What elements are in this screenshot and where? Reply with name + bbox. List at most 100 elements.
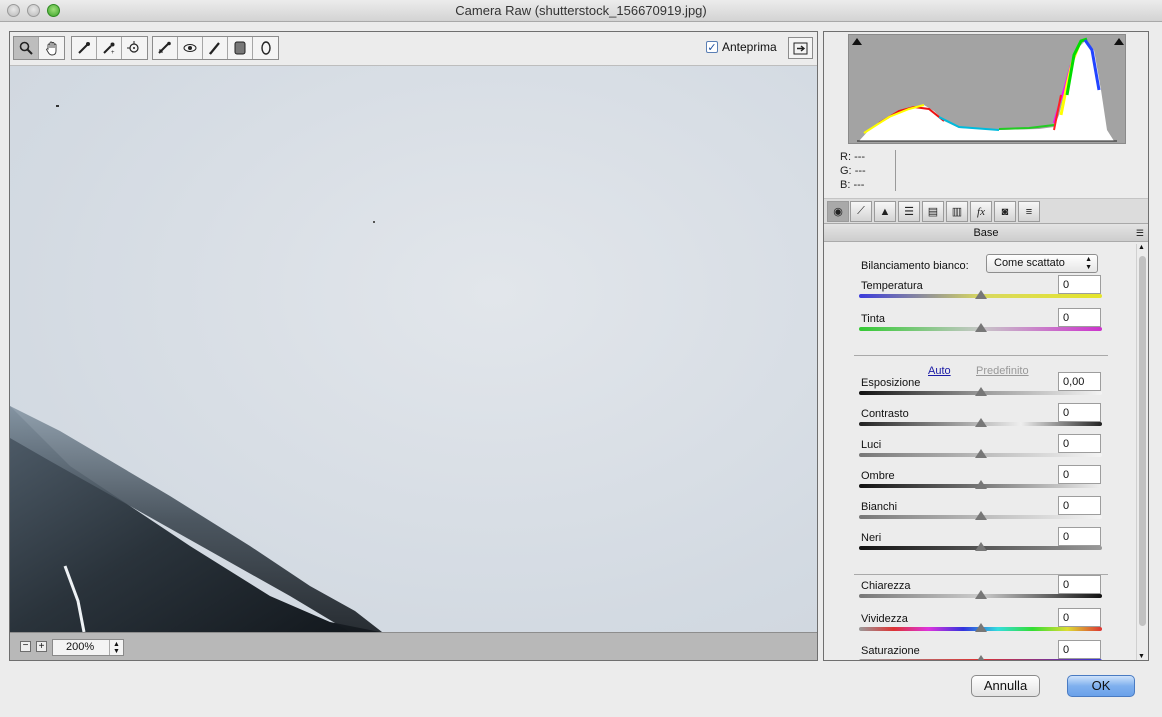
slider-value-field[interactable]: 0,00 bbox=[1058, 372, 1101, 391]
slider-value-field[interactable]: 0 bbox=[1058, 608, 1101, 627]
slider-value-field[interactable]: 0 bbox=[1058, 575, 1101, 594]
white-balance-icon[interactable] bbox=[72, 37, 97, 59]
g-label: G: bbox=[840, 165, 852, 177]
slider-label: Chiarezza bbox=[861, 580, 911, 592]
panel-title: Base bbox=[973, 227, 999, 239]
slider-handle[interactable] bbox=[974, 655, 987, 660]
zoom-in-button[interactable]: + bbox=[36, 641, 47, 652]
red-eye-icon[interactable] bbox=[178, 37, 203, 59]
slider-handle[interactable] bbox=[974, 418, 987, 427]
camera-calibration-tab-icon[interactable]: ◙ bbox=[994, 201, 1016, 222]
slider-label: Luci bbox=[861, 439, 882, 451]
white-balance-select[interactable]: Come scattato ▲ ▼ bbox=[986, 254, 1098, 273]
window-title: Camera Raw (shutterstock_156670919.jpg) bbox=[455, 3, 707, 18]
slider-value-field[interactable]: 0 bbox=[1058, 403, 1101, 422]
panel-menu-icon[interactable]: ☰ bbox=[1136, 224, 1144, 242]
scroll-down-icon[interactable]: ▼ bbox=[1138, 653, 1145, 660]
slider-handle[interactable] bbox=[974, 623, 987, 632]
panel-header: Base ☰ bbox=[824, 224, 1148, 242]
target-adjust-icon[interactable] bbox=[122, 37, 147, 59]
b-value: --- bbox=[853, 179, 865, 191]
detail-tab-icon[interactable]: ▲ bbox=[874, 201, 896, 222]
cancel-button[interactable]: Annulla bbox=[971, 675, 1040, 697]
crop-icon[interactable] bbox=[153, 37, 178, 59]
histogram-graph bbox=[852, 37, 1124, 142]
slider-label: Neri bbox=[861, 532, 882, 544]
zoom-out-button[interactable]: − bbox=[20, 641, 31, 652]
tool-group-navigation bbox=[13, 36, 65, 60]
preview-checkbox[interactable]: ✓ bbox=[706, 41, 718, 54]
b-label: B: bbox=[840, 179, 851, 191]
presets-tab-icon[interactable]: ≡ bbox=[1018, 201, 1040, 222]
histogram bbox=[848, 34, 1126, 144]
separator bbox=[854, 355, 1108, 356]
slider-handle[interactable] bbox=[974, 323, 987, 332]
preview-toggle[interactable]: ✓ Anteprima bbox=[706, 40, 777, 54]
slider-value-field[interactable]: 0 bbox=[1058, 640, 1101, 659]
r-value: --- bbox=[854, 151, 866, 163]
slider-value-field[interactable]: 0 bbox=[1058, 275, 1101, 294]
photo-content bbox=[10, 105, 382, 632]
rgb-readout: R: --- G: --- B: --- bbox=[840, 150, 866, 192]
slider-label: Vividezza bbox=[861, 613, 908, 625]
graduated-filter-icon[interactable] bbox=[228, 37, 253, 59]
split-toning-tab-icon[interactable]: ▤ bbox=[922, 201, 944, 222]
slider-value-field[interactable]: 0 bbox=[1058, 496, 1101, 515]
slider-handle[interactable] bbox=[974, 542, 987, 551]
select-arrow-icon: ▲ ▼ bbox=[1085, 256, 1092, 271]
ok-button[interactable]: OK bbox=[1067, 675, 1135, 697]
title-bar: Camera Raw (shutterstock_156670919.jpg) bbox=[0, 0, 1162, 22]
radial-filter-icon[interactable] bbox=[253, 37, 278, 59]
image-area: + ✓ Anteprima − + 200% ▲ ▼ bbox=[9, 31, 818, 661]
hand-icon[interactable] bbox=[39, 37, 64, 59]
lens-corrections-tab-icon[interactable]: ▥ bbox=[946, 201, 968, 222]
scroll-up-icon[interactable]: ▲ bbox=[1138, 244, 1145, 251]
default-link[interactable]: Predefinito bbox=[976, 365, 1029, 377]
tool-group-adjust: + bbox=[71, 36, 148, 60]
g-value: --- bbox=[854, 165, 866, 177]
zoom-window-icon[interactable] bbox=[47, 4, 60, 17]
close-window-icon[interactable] bbox=[7, 4, 20, 17]
slider-handle[interactable] bbox=[974, 480, 987, 489]
fullscreen-button[interactable] bbox=[788, 37, 813, 59]
zoom-bar: − + 200% ▲ ▼ bbox=[10, 632, 817, 660]
slider-label: Esposizione bbox=[861, 377, 921, 389]
slider-handle[interactable] bbox=[974, 290, 987, 299]
slider-value-field[interactable]: 0 bbox=[1058, 308, 1101, 327]
adjustment-panel: R: --- G: --- B: --- ◉ ⟋ ▲ ☰ ▤ ▥ fx ◙ ≡ … bbox=[823, 31, 1149, 661]
hsl-tab-icon[interactable]: ☰ bbox=[898, 201, 920, 222]
slider-handle[interactable] bbox=[974, 449, 987, 458]
slider-value-field[interactable]: 0 bbox=[1058, 434, 1101, 453]
slider-label: Ombre bbox=[861, 470, 895, 482]
fullscreen-icon bbox=[793, 42, 808, 54]
slider-handle[interactable] bbox=[974, 590, 987, 599]
tool-bar: + ✓ Anteprima bbox=[10, 32, 817, 66]
basic-tab-icon[interactable]: ◉ bbox=[827, 201, 849, 222]
image-preview[interactable] bbox=[10, 66, 817, 632]
slider-handle[interactable] bbox=[974, 387, 987, 396]
stepper-icon: ▲ ▼ bbox=[109, 640, 123, 655]
scrollbar-thumb[interactable] bbox=[1139, 256, 1146, 626]
auto-link[interactable]: Auto bbox=[928, 365, 951, 377]
color-sampler-icon[interactable]: + bbox=[97, 37, 122, 59]
white-balance-label: Bilanciamento bianco: bbox=[861, 260, 969, 272]
panel-body: Bilanciamento bianco: Come scattato ▲ ▼ A… bbox=[824, 244, 1136, 660]
slider-value-field[interactable]: 0 bbox=[1058, 527, 1101, 546]
slider-label: Saturazione bbox=[861, 645, 920, 657]
white-balance-value: Come scattato bbox=[994, 257, 1065, 269]
panel-tabs: ◉ ⟋ ▲ ☰ ▤ ▥ fx ◙ ≡ bbox=[824, 198, 1148, 224]
slider-handle[interactable] bbox=[974, 511, 987, 520]
slider-value-field[interactable]: 0 bbox=[1058, 465, 1101, 484]
panel-scrollbar[interactable]: ▲ ▼ bbox=[1136, 244, 1147, 660]
effects-tab-icon[interactable]: fx bbox=[970, 201, 992, 222]
zoom-level-select[interactable]: 200% ▲ ▼ bbox=[52, 639, 124, 656]
slider-label: Temperatura bbox=[861, 280, 923, 292]
preview-label: Anteprima bbox=[722, 40, 777, 54]
readout-divider bbox=[895, 150, 896, 191]
zoom-icon[interactable] bbox=[14, 37, 39, 59]
adjustment-brush-icon[interactable] bbox=[203, 37, 228, 59]
tone-curve-tab-icon[interactable]: ⟋ bbox=[850, 201, 872, 222]
slider-label: Contrasto bbox=[861, 408, 909, 420]
slider-label: Bianchi bbox=[861, 501, 898, 513]
minimize-window-icon[interactable] bbox=[27, 4, 40, 17]
